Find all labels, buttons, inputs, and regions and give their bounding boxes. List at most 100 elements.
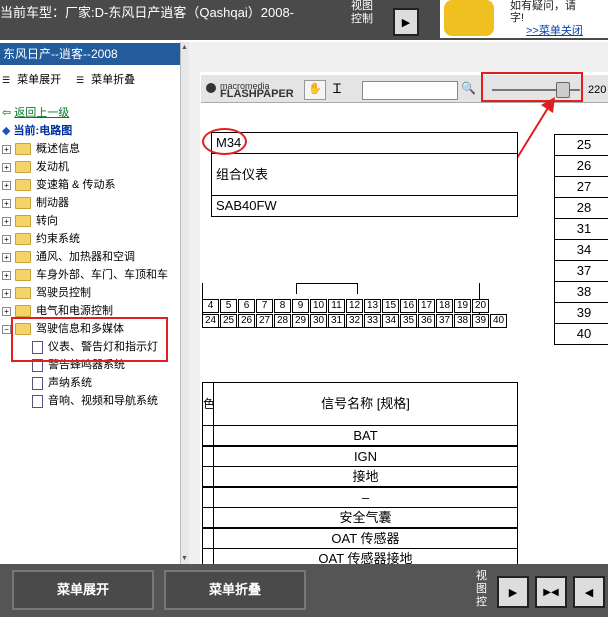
scroll-up-icon[interactable]: ▲ xyxy=(181,44,188,51)
highlight-box xyxy=(11,317,168,362)
collapse-label: 菜单折叠 xyxy=(91,74,136,86)
connector-pin: 24 xyxy=(202,314,219,328)
tree-item[interactable]: + 发动机 xyxy=(2,158,69,176)
flashpaper-brand: macromedia FLASHPAPER xyxy=(220,82,294,100)
tree-item[interactable]: + 通风、加热器和空调 xyxy=(2,248,135,266)
expand-tool[interactable]: ☰ 菜单展开 xyxy=(2,71,61,87)
signal-name: 接地 xyxy=(213,466,518,487)
tree-subitem-label: 音响、视频和导航系统 xyxy=(48,395,158,407)
signal-name: 安全气囊 xyxy=(213,507,518,528)
tree-subitem[interactable]: 音响、视频和导航系统 xyxy=(32,392,158,410)
pointer-icon: ◆ xyxy=(2,125,11,137)
tree-item-label: 车身外部、车门、车顶和车 xyxy=(36,269,168,281)
tree-item-label: 制动器 xyxy=(36,197,69,209)
tree-item[interactable]: + 车身外部、车门、车顶和车 xyxy=(2,266,168,284)
tree-item[interactable]: + 转向 xyxy=(2,212,58,230)
current-location: ◆ 当前:电路图 xyxy=(2,122,72,140)
arrow-left-icon: ◀ xyxy=(584,586,594,599)
expand-toggle-icon[interactable]: + xyxy=(2,270,11,280)
folder-icon xyxy=(15,197,31,210)
connector-pin: 34 xyxy=(382,314,399,328)
panel-toggle-button[interactable]: ▶ xyxy=(393,8,419,36)
hide-left-panel-button[interactable]: ◀ xyxy=(573,576,605,608)
connector-pin: 31 xyxy=(328,314,345,328)
connector-pin: 30 xyxy=(310,314,327,328)
connector-pin: 36 xyxy=(418,314,435,328)
zoom-value: 220 xyxy=(588,84,607,96)
search-icon[interactable]: 🔍 xyxy=(461,81,476,95)
signal-name: – xyxy=(213,486,518,508)
list-icon: ☰ xyxy=(76,75,85,85)
signal-name: IGN xyxy=(213,445,518,467)
scroll-down-icon[interactable]: ▼ xyxy=(181,555,188,562)
connector-pin: 27 xyxy=(256,314,273,328)
split-arrows-icon: ▶◀ xyxy=(543,586,559,598)
back-label: 返回上一级 xyxy=(14,107,70,119)
banner-ad: 如有疑问，请 字! >>菜单关闭 xyxy=(440,0,608,38)
vehicle-title: 当前车型：厂家:D-东风日产逍客（Qashqai）2008- xyxy=(0,5,294,20)
connector-pin: 35 xyxy=(400,314,417,328)
pins-bottom-row: 24 25 26 27 28 29 30 31 32 33 34 35 36 37 38 39 40 xyxy=(202,310,508,328)
tree-subitem-label: 声纳系统 xyxy=(48,377,92,389)
tree-item[interactable]: + 驾驶员控制 xyxy=(2,284,91,302)
bottom-bar: 菜单展开 菜单折叠 视图控 ▶ ▶◀ ◀ xyxy=(0,564,608,617)
tree-item[interactable]: + 制动器 xyxy=(2,194,69,212)
expand-toggle-icon[interactable]: + xyxy=(2,306,11,316)
expand-label: 菜单展开 xyxy=(17,74,62,86)
folder-icon xyxy=(15,215,31,228)
right-pin-number: 25 xyxy=(554,134,608,156)
tree-item-label: 约束系统 xyxy=(36,233,80,245)
expand-toggle-icon[interactable]: − xyxy=(2,324,11,334)
expand-toggle-icon[interactable]: + xyxy=(2,216,11,226)
show-left-panel-button[interactable]: ▶ xyxy=(497,576,529,608)
connector-pin: 37 xyxy=(436,314,453,328)
expand-toggle-icon[interactable]: + xyxy=(2,144,11,154)
back-link[interactable]: ⇦ 返回上一级 xyxy=(2,104,69,122)
right-pin-number: 27 xyxy=(554,176,608,198)
expand-menu-button[interactable]: 菜单展开 xyxy=(12,570,154,610)
collapse-tool[interactable]: ☰ 菜单折叠 xyxy=(76,71,135,87)
expand-toggle-icon[interactable]: + xyxy=(2,288,11,298)
signal-header: 信号名称 [规格] xyxy=(213,382,518,426)
expand-toggle-icon[interactable]: + xyxy=(2,180,11,190)
banner-text-1: 如有疑问，请 xyxy=(510,0,576,12)
tree-item-label: 变速箱 & 传动系 xyxy=(36,179,116,191)
connector-pin: 25 xyxy=(220,314,237,328)
flashpaper-logo-icon xyxy=(206,83,216,93)
connector-pin: 32 xyxy=(346,314,363,328)
hand-tool-icon[interactable]: ✋ xyxy=(304,80,326,100)
right-pin-number: 39 xyxy=(554,302,608,324)
sidebar: ☰ 菜单展开 ☰ 菜单折叠 ⇦ 返回上一级 ◆ 当前:电路图 + 概述信息 + 发动机… xyxy=(0,65,181,562)
right-pin-number: 28 xyxy=(554,197,608,219)
tree-item[interactable]: + 约束系统 xyxy=(2,230,80,248)
connector-pin: 28 xyxy=(274,314,291,328)
arrow-right-icon: ▶ xyxy=(401,16,411,29)
connector-key xyxy=(296,283,358,294)
view-control-footer-label: 视图控 xyxy=(476,570,487,608)
mascot-image xyxy=(444,0,494,36)
folder-icon xyxy=(15,179,31,192)
sidebar-scrollbar[interactable]: ▲ ▼ xyxy=(180,42,189,564)
tree-item[interactable]: + 概述信息 xyxy=(2,140,80,158)
tree-item-label: 驾驶员控制 xyxy=(36,287,91,299)
back-arrow-icon: ⇦ xyxy=(2,107,12,119)
search-input[interactable] xyxy=(362,81,458,100)
collapse-menu-button[interactable]: 菜单折叠 xyxy=(164,570,306,610)
banner-text-2: 字! xyxy=(510,12,525,24)
right-pin-number: 37 xyxy=(554,260,608,282)
text-select-icon[interactable]: Ꮖ xyxy=(333,81,342,97)
tree-subitem[interactable]: 声纳系统 xyxy=(32,374,92,392)
expand-toggle-icon[interactable]: + xyxy=(2,198,11,208)
folder-icon xyxy=(15,161,31,174)
folder-icon xyxy=(15,233,31,246)
close-menu-link[interactable]: >>菜单关闭 xyxy=(526,22,583,38)
connector-id: M34 xyxy=(211,132,518,154)
expand-toggle-icon[interactable]: + xyxy=(2,234,11,244)
right-pin-number: 40 xyxy=(554,323,608,345)
folder-icon xyxy=(15,251,31,264)
split-view-button[interactable]: ▶◀ xyxy=(535,576,567,608)
tree-item[interactable]: + 变速箱 & 传动系 xyxy=(2,176,115,194)
connector-pin: 33 xyxy=(364,314,381,328)
expand-toggle-icon[interactable]: + xyxy=(2,252,11,262)
expand-toggle-icon[interactable]: + xyxy=(2,162,11,172)
